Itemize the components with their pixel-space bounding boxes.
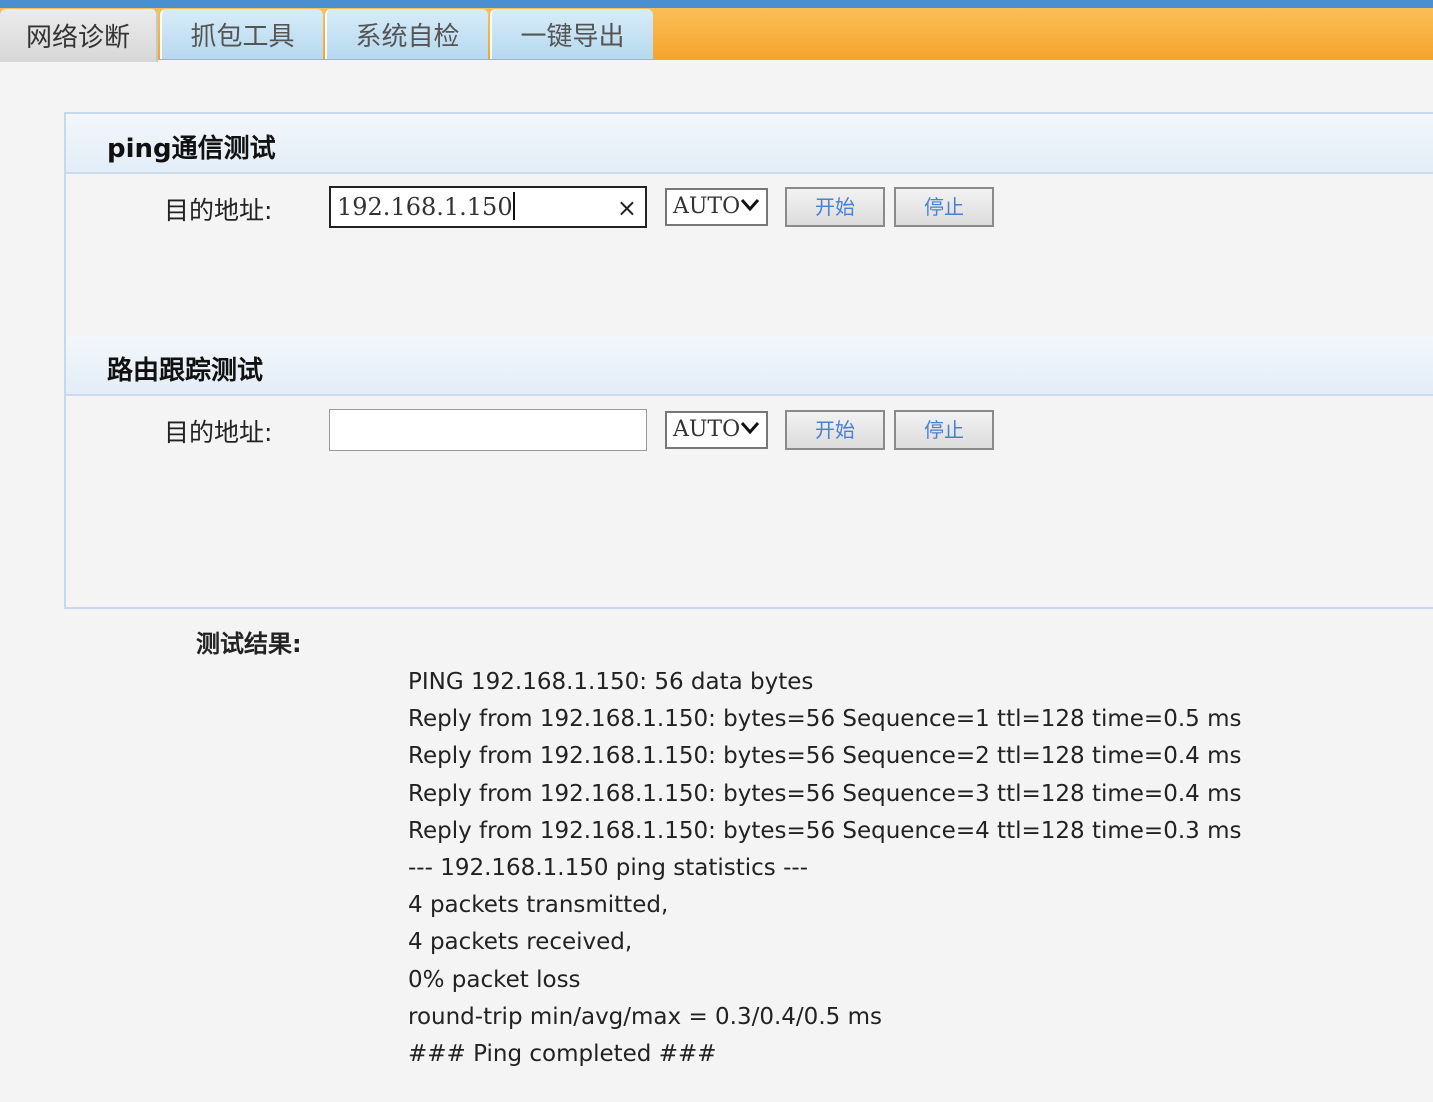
trace-section-title: 路由跟踪测试 — [107, 356, 264, 386]
result-line: Reply from 192.168.1.150: bytes=56 Seque… — [408, 706, 1242, 733]
trace-mode-select[interactable]: AUTO — [665, 411, 768, 449]
tab-network-diagnosis[interactable]: 网络诊断 — [0, 9, 158, 62]
trace-address-input[interactable] — [329, 409, 647, 451]
tab-one-click-export[interactable]: 一键导出 — [490, 9, 653, 59]
result-line: 0% packet loss — [408, 966, 581, 993]
diagnosis-panel: ping通信测试 目的地址: 192.168.1.150 × AUTO 开始 停… — [64, 112, 1433, 609]
ping-mode-value: AUTO — [673, 194, 741, 219]
ping-address-value: 192.168.1.150 — [337, 193, 513, 221]
result-line: Reply from 192.168.1.150: bytes=56 Seque… — [408, 743, 1242, 770]
trace-mode-value: AUTO — [673, 417, 741, 442]
result-line: Reply from 192.168.1.150: bytes=56 Seque… — [408, 817, 1242, 844]
ping-start-button[interactable]: 开始 — [785, 187, 885, 227]
ping-mode-select[interactable]: AUTO — [665, 188, 768, 226]
result-line: PING 192.168.1.150: 56 data bytes — [408, 669, 814, 695]
ping-address-input[interactable]: 192.168.1.150 × — [329, 186, 647, 228]
ping-address-label: 目的地址: — [164, 196, 273, 225]
ping-stop-button[interactable]: 停止 — [894, 187, 994, 227]
tab-packet-capture[interactable]: 抓包工具 — [160, 9, 323, 59]
results-label: 测试结果: — [196, 630, 302, 658]
result-line: ### Ping completed ### — [408, 1040, 717, 1067]
ping-section-title: ping通信测试 — [107, 134, 276, 164]
trace-stop-button[interactable]: 停止 — [894, 410, 994, 450]
result-line: round-trip min/avg/max = 0.3/0.4/0.5 ms — [408, 1003, 882, 1030]
result-line: 4 packets transmitted, — [408, 892, 669, 919]
text-caret — [512, 192, 515, 220]
result-line: --- 192.168.1.150 ping statistics --- — [408, 854, 808, 881]
trace-address-label: 目的地址: — [164, 418, 273, 447]
result-line: 4 packets received, — [408, 929, 633, 956]
chevron-down-icon — [740, 199, 760, 212]
clear-icon[interactable]: × — [617, 189, 637, 227]
tab-system-self-check[interactable]: 系统自检 — [325, 9, 488, 59]
trace-start-button[interactable]: 开始 — [785, 410, 885, 450]
chevron-down-icon — [740, 422, 760, 435]
result-line: Reply from 192.168.1.150: bytes=56 Seque… — [408, 780, 1242, 807]
ping-section-header: ping通信测试 — [66, 114, 1433, 174]
results-output: PING 192.168.1.150: 56 data bytes Reply … — [408, 666, 1241, 1075]
trace-section-header: 路由跟踪测试 — [66, 336, 1433, 396]
